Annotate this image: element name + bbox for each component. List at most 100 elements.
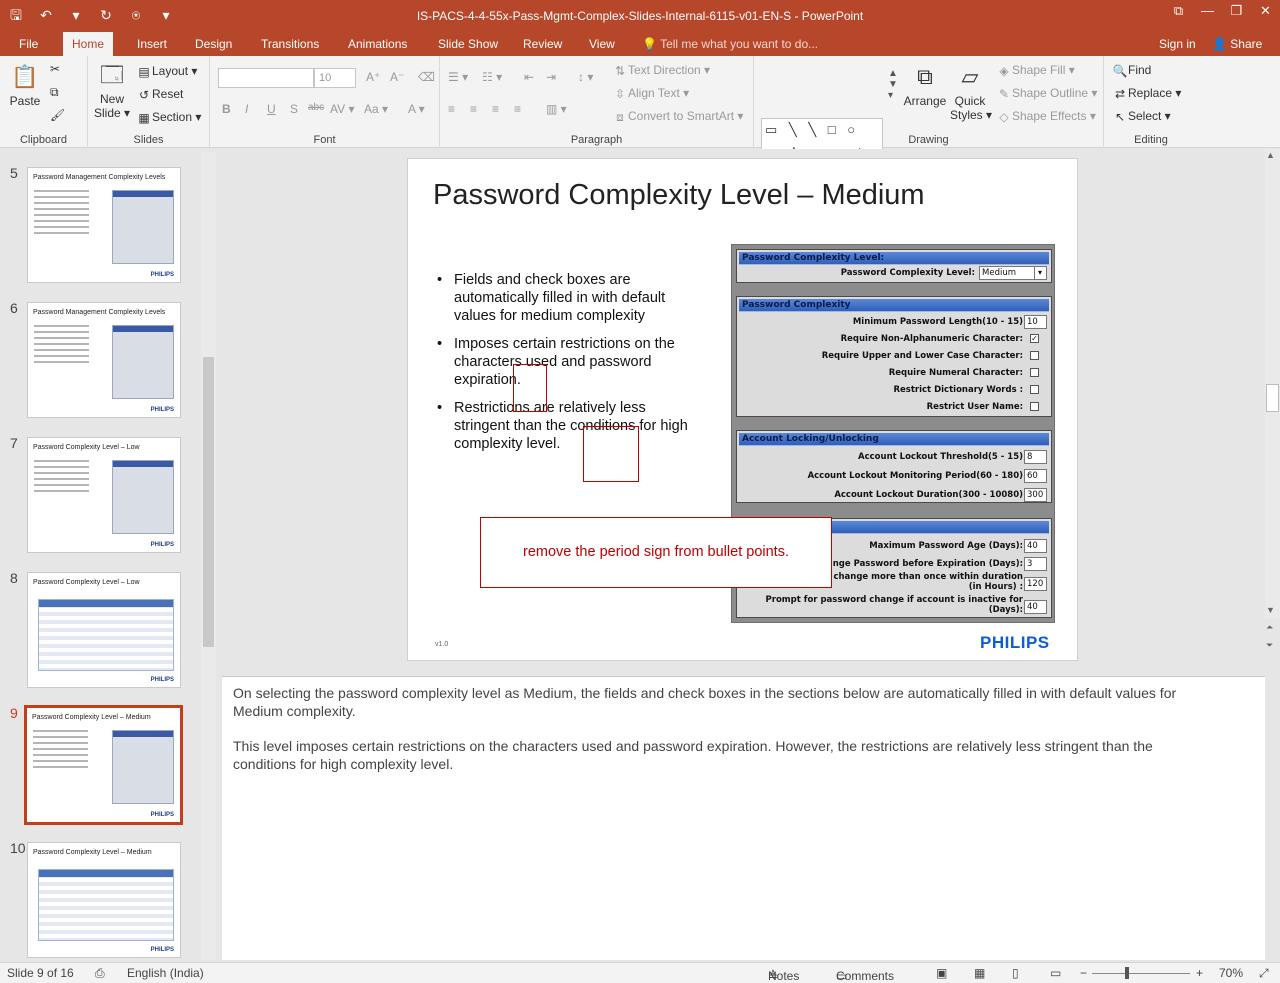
annotation-highlight-box[interactable] xyxy=(513,364,547,412)
speaker-notes-pane[interactable]: On selecting the password complexity lev… xyxy=(222,676,1265,960)
slide-title[interactable]: Password Complexity Level – Medium xyxy=(433,179,925,212)
quick-styles-button[interactable]: ▱ Quick Styles ▾ xyxy=(950,62,992,122)
reading-view-icon[interactable]: ▯ xyxy=(1012,966,1019,980)
align-text-icon: ⇳ xyxy=(614,87,626,101)
change-case-button[interactable]: Aa ▾ xyxy=(364,102,388,116)
next-slide-icon[interactable]: ⏷ xyxy=(1266,640,1273,651)
share-button[interactable]: 👤 Share xyxy=(1212,32,1262,56)
tab-insert[interactable]: Insert xyxy=(128,32,176,56)
slide-thumbnail-9-selected[interactable]: Password Complexity Level – Medium PHILI… xyxy=(24,705,183,825)
tab-view[interactable]: View xyxy=(580,32,624,56)
paste-button[interactable]: 📋 Paste xyxy=(8,62,42,108)
tab-slide-show[interactable]: Slide Show xyxy=(429,32,507,56)
slide-thumbnail-5[interactable]: Password Management Complexity Levels PH… xyxy=(27,167,181,283)
slide-thumbnail-10[interactable]: Password Complexity Level – Medium PHILI… xyxy=(27,842,181,958)
justify-icon[interactable]: ≡ xyxy=(514,102,521,116)
bold-button[interactable]: B xyxy=(222,102,231,116)
select-button[interactable]: ↖ Select ▾ xyxy=(1112,109,1171,125)
tab-file[interactable]: File xyxy=(10,32,47,56)
slide-thumbnail-8[interactable]: Password Complexity Level – Low PHILIPS xyxy=(27,572,181,688)
line-spacing-icon[interactable]: ↕ ▾ xyxy=(578,70,593,84)
char-spacing-button[interactable]: AV ▾ xyxy=(330,102,354,116)
font-family-input[interactable] xyxy=(218,68,314,88)
layout-button[interactable]: ▤ Layout ▾ xyxy=(136,64,197,80)
fit-to-window-icon[interactable]: ⤢ xyxy=(1259,966,1269,981)
checkbox-label: Require Non-Alphanumeric Character: xyxy=(840,334,1023,344)
notes-label: Notes xyxy=(768,969,800,983)
decrease-indent-icon[interactable]: ⇤ xyxy=(524,70,534,84)
strikethrough-button[interactable]: abc xyxy=(308,102,324,113)
align-left-icon[interactable]: ≡ xyxy=(448,102,455,116)
increase-indent-icon[interactable]: ⇥ xyxy=(546,70,556,84)
find-button[interactable]: 🔍Find xyxy=(1112,63,1152,79)
tab-animations[interactable]: Animations xyxy=(339,32,416,56)
text-direction-button[interactable]: ⇅ Text Direction ▾ xyxy=(612,63,710,79)
previous-slide-icon[interactable]: ⏶ xyxy=(1266,622,1273,633)
shape-fill-button[interactable]: ◈ Shape Fill ▾ xyxy=(996,63,1074,79)
scroll-up-icon[interactable]: ▲ xyxy=(1266,150,1275,160)
align-right-icon[interactable]: ≡ xyxy=(492,102,499,116)
shapes-scroll-icon[interactable]: ▲ ▼ ▾ xyxy=(888,68,898,101)
thumbnail-scroll-thumb[interactable] xyxy=(203,357,214,647)
tab-home[interactable]: Home xyxy=(63,32,114,56)
convert-smartart-button[interactable]: ⧈ Convert to SmartArt ▾ xyxy=(612,109,743,125)
align-text-label: Align Text ▾ xyxy=(628,86,690,101)
shadow-button[interactable]: S xyxy=(290,102,298,116)
tab-transitions[interactable]: Transitions xyxy=(252,32,328,56)
copy-icon[interactable]: ⧉ xyxy=(50,85,59,100)
minimize-icon[interactable]: — xyxy=(1193,0,1222,24)
italic-button[interactable]: I xyxy=(245,102,248,116)
password-complexity-section: Password Complexity Minimum Password Len… xyxy=(736,296,1052,417)
shape-outline-button[interactable]: ✎ Shape Outline ▾ xyxy=(996,86,1097,102)
zoom-out-icon[interactable]: − xyxy=(1080,966,1087,980)
normal-view-icon[interactable]: ▣ xyxy=(936,966,947,980)
zoom-level[interactable]: 70% xyxy=(1219,966,1243,980)
bullet-list[interactable]: Fields and check boxes are automatically… xyxy=(436,271,704,463)
underline-button[interactable]: U xyxy=(267,102,276,116)
slide-number: 7 xyxy=(10,435,18,451)
arrange-button[interactable]: ⧉ Arrange xyxy=(902,62,948,108)
restore-icon[interactable]: ❐ xyxy=(1222,0,1251,24)
language-indicator[interactable]: English (India) xyxy=(127,966,204,980)
close-icon[interactable]: ✕ xyxy=(1251,0,1280,24)
editor-scrollbar[interactable] xyxy=(1265,149,1280,619)
format-painter-icon[interactable]: 🖌 xyxy=(50,108,65,122)
thumbnail-scrollbar[interactable] xyxy=(201,152,216,960)
shrink-font-icon[interactable]: A⁻ xyxy=(390,70,404,84)
align-center-icon[interactable]: ≡ xyxy=(470,102,477,116)
editor-scroll-thumb[interactable] xyxy=(1266,384,1279,412)
font-size-input[interactable]: 10 xyxy=(314,68,356,88)
slide-thumbnail-7[interactable]: Password Complexity Level – Low PHILIPS xyxy=(27,437,181,553)
tab-design[interactable]: Design xyxy=(186,32,241,56)
numbering-icon[interactable]: ☷ ▾ xyxy=(482,70,502,84)
columns-icon[interactable]: ▥ ▾ xyxy=(546,102,567,116)
zoom-slider-track[interactable] xyxy=(1092,973,1190,974)
slide-show-icon[interactable]: ▭ xyxy=(1050,966,1061,980)
zoom-slider-handle[interactable] xyxy=(1125,967,1129,979)
slide-canvas[interactable]: Password Complexity Level – Medium Field… xyxy=(407,158,1078,661)
font-color-button[interactable]: A ▾ xyxy=(408,102,425,116)
reset-button[interactable]: ↺ Reset xyxy=(136,87,183,103)
grow-font-icon[interactable]: A⁺ xyxy=(366,70,380,84)
cut-icon[interactable]: ✂ xyxy=(50,62,60,76)
paint-bucket-icon: ◈ xyxy=(999,64,1009,78)
zoom-in-icon[interactable]: + xyxy=(1196,966,1203,980)
tell-me-search[interactable]: 💡 Tell me what you want to do... xyxy=(642,32,818,56)
bullets-icon[interactable]: ☰ ▾ xyxy=(448,70,468,84)
shape-effects-button[interactable]: ◇ Shape Effects ▾ xyxy=(996,109,1095,125)
ribbon-display-icon[interactable]: ⧉ xyxy=(1164,0,1193,24)
replace-button[interactable]: ⇄ Replace ▾ xyxy=(1112,86,1181,102)
review-comment-box[interactable]: remove the period sign from bullet point… xyxy=(480,517,832,588)
scroll-down-icon[interactable]: ▼ xyxy=(1266,605,1275,615)
spellcheck-icon[interactable]: ⎙ xyxy=(95,966,105,981)
annotation-highlight-box[interactable] xyxy=(583,426,639,482)
new-slide-button[interactable]: 🗔 New Slide ▾ xyxy=(94,60,130,120)
slide-thumbnail-6[interactable]: Password Management Complexity Levels PH… xyxy=(27,302,181,418)
clear-format-icon[interactable]: ⌫ xyxy=(418,70,435,84)
tab-review[interactable]: Review xyxy=(514,32,571,56)
checkbox: ✓ xyxy=(1030,334,1039,343)
sign-in-link[interactable]: Sign in xyxy=(1159,32,1196,56)
slide-sorter-icon[interactable]: ▦ xyxy=(974,966,985,980)
section-button[interactable]: ▦ Section ▾ xyxy=(136,110,201,126)
align-text-button[interactable]: ⇳ Align Text ▾ xyxy=(612,86,689,102)
